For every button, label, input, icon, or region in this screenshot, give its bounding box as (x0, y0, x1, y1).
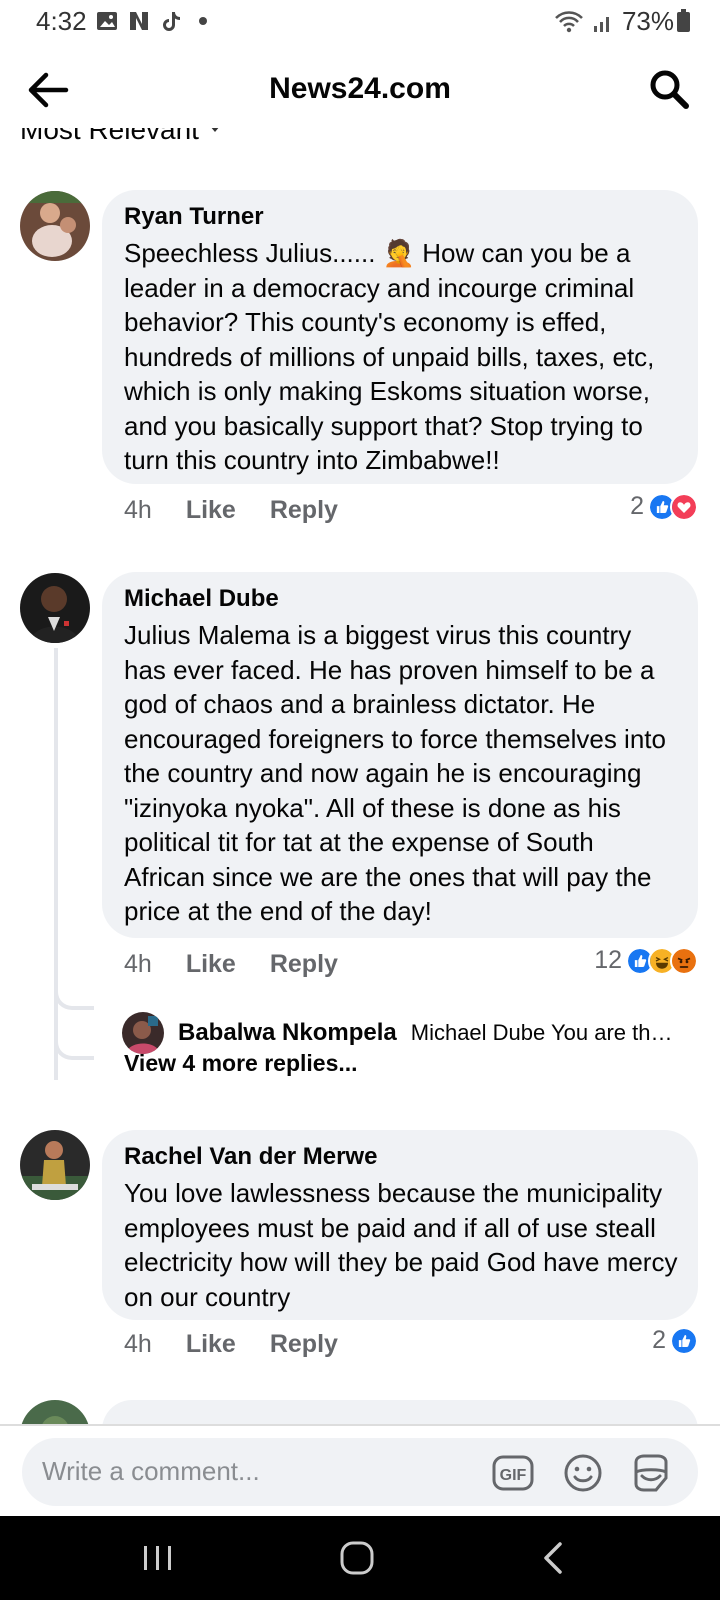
comment-time[interactable]: 4h (124, 1330, 152, 1359)
comment-composer: Write a comment... GIF (0, 1424, 720, 1516)
reaction-count: 2 (630, 492, 644, 520)
reply-button[interactable]: Reply (270, 950, 338, 979)
back-nav-icon[interactable] (536, 1540, 576, 1576)
reaction-summary[interactable]: 2 (630, 492, 698, 521)
thread-branch (54, 984, 94, 1010)
sort-label: Most Relevant (20, 128, 199, 145)
page-title: News24.com (269, 72, 451, 105)
signal-icon (593, 16, 609, 32)
love-reaction-icon (670, 492, 698, 521)
comment-author[interactable]: Rachel Van der Merwe (124, 1142, 678, 1172)
emoji-icon[interactable] (562, 1452, 604, 1494)
notification-icons (96, 10, 214, 32)
comment-input[interactable]: Write a comment... GIF (22, 1438, 698, 1506)
thread-branch (54, 1034, 94, 1060)
gif-icon[interactable]: GIF (492, 1452, 534, 1494)
status-bar: 4:32 73% (0, 0, 720, 46)
comment-text: You love lawlessness because the municip… (124, 1178, 678, 1312)
avatar[interactable] (20, 1400, 90, 1424)
avatar[interactable] (20, 191, 90, 261)
svg-text:GIF: GIF (500, 1467, 527, 1484)
like-reaction-icon (670, 1326, 698, 1355)
reply-snippet: Michael Dube You are the ... (410, 1020, 682, 1045)
comment-text: Julius Malema is a biggest virus this co… (124, 620, 666, 926)
dot-icon (199, 17, 207, 25)
comment-time[interactable]: 4h (124, 496, 152, 525)
like-button[interactable]: Like (186, 950, 236, 979)
recent-apps-icon[interactable] (138, 1540, 178, 1576)
avatar[interactable] (122, 1012, 164, 1054)
system-nav-bar (0, 1516, 720, 1600)
search-icon[interactable] (648, 68, 690, 110)
news-icon (130, 12, 148, 30)
comment-actions: 4h Like Reply (124, 950, 338, 979)
sort-dropdown[interactable]: Most Relevant (0, 128, 720, 150)
comment-time[interactable]: 4h (124, 950, 152, 979)
gallery-icon (97, 12, 117, 30)
comment-actions: 4h Like Reply (124, 1330, 338, 1359)
status-right: 73% (554, 6, 674, 37)
reaction-summary[interactable]: 12 (594, 946, 698, 975)
avatar[interactable] (20, 573, 90, 643)
comment-bubble[interactable]: Rachel Van der Merwe You love lawlessnes… (102, 1130, 698, 1320)
comment-author[interactable]: Michael Dube (124, 584, 678, 614)
comment-bubble[interactable]: Ryan Turner Speechless Julius...... 🤦 Ho… (102, 190, 698, 484)
comment-author[interactable]: Ryan Turner (124, 202, 678, 232)
comment-bubble[interactable] (102, 1400, 698, 1424)
battery-icon (677, 9, 690, 32)
angry-reaction-icon (670, 946, 698, 975)
reply-button[interactable]: Reply (270, 496, 338, 525)
avatar[interactable] (20, 1130, 90, 1200)
comment-partial (0, 1400, 720, 1424)
like-button[interactable]: Like (186, 496, 236, 525)
like-button[interactable]: Like (186, 1330, 236, 1359)
app-header: News24.com (0, 52, 720, 128)
reply-button[interactable]: Reply (270, 1330, 338, 1359)
wifi-icon (555, 10, 583, 32)
chevron-down-icon (210, 128, 220, 132)
comment-text: Speechless Julius...... 🤦 How can you be… (124, 238, 655, 475)
reaction-count: 2 (652, 1326, 666, 1354)
sticker-icon[interactable] (630, 1452, 672, 1494)
comment-placeholder: Write a comment... (42, 1456, 260, 1486)
comment-bubble[interactable]: Michael Dube Julius Malema is a biggest … (102, 572, 698, 938)
reply-author[interactable]: Babalwa Nkompela (178, 1019, 397, 1047)
home-icon[interactable] (338, 1540, 378, 1576)
battery-percent: 73% (621, 6, 674, 36)
view-more-replies-link[interactable]: View 4 more replies... (124, 1050, 358, 1077)
tiktok-icon (163, 12, 180, 31)
thread-line (54, 648, 58, 1080)
reaction-count: 12 (594, 946, 622, 974)
reply-preview[interactable]: Babalwa Nkompela Michael Dube You are th… (122, 1012, 682, 1054)
comment-actions: 4h Like Reply (124, 496, 338, 525)
status-time: 4:32 (36, 6, 87, 36)
reaction-summary[interactable]: 2 (652, 1326, 698, 1355)
